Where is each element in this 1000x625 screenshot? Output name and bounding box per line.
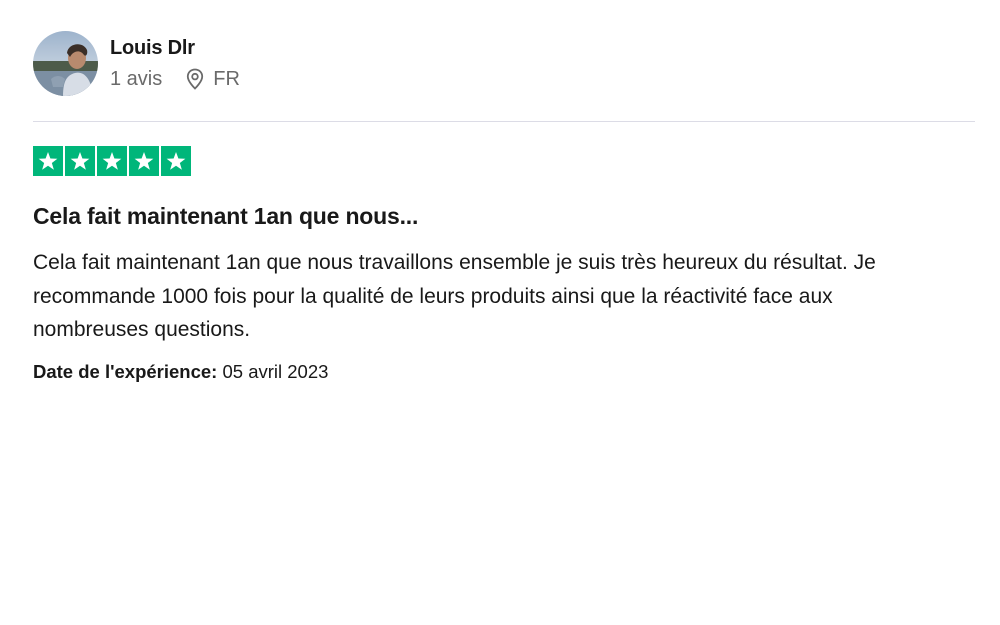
star-icon [33,146,63,176]
review-text: Cela fait maintenant 1an que nous travai… [33,251,876,341]
star-icon [65,146,95,176]
consumer-details: Louis Dlr 1 avis FR [110,34,240,91]
user-photo-avatar-icon [33,31,98,96]
consumer-meta: 1 avis FR [110,67,240,91]
review-card: Louis Dlr 1 avis FR Cela fait maintenant… [0,0,1000,625]
star-icon [161,146,191,176]
consumer-name[interactable]: Louis Dlr [110,34,240,62]
reviews-count: 1 avis [110,68,163,90]
avatar[interactable] [33,31,98,96]
experience-date: Date de l'expérience: 05 avril 2023 [33,359,328,385]
star-icon [97,146,127,176]
consumer-country: FR [213,68,240,90]
experience-date-label: Date de l'expérience: [33,361,218,382]
star-icon [129,146,159,176]
star-rating [33,146,193,176]
review-title[interactable]: Cela fait maintenant 1an que nous... [33,201,418,231]
divider [33,121,975,122]
experience-date-value: 05 avril 2023 [222,361,329,382]
location-pin-icon [186,68,204,90]
consumer-info: Louis Dlr 1 avis FR [33,31,240,96]
